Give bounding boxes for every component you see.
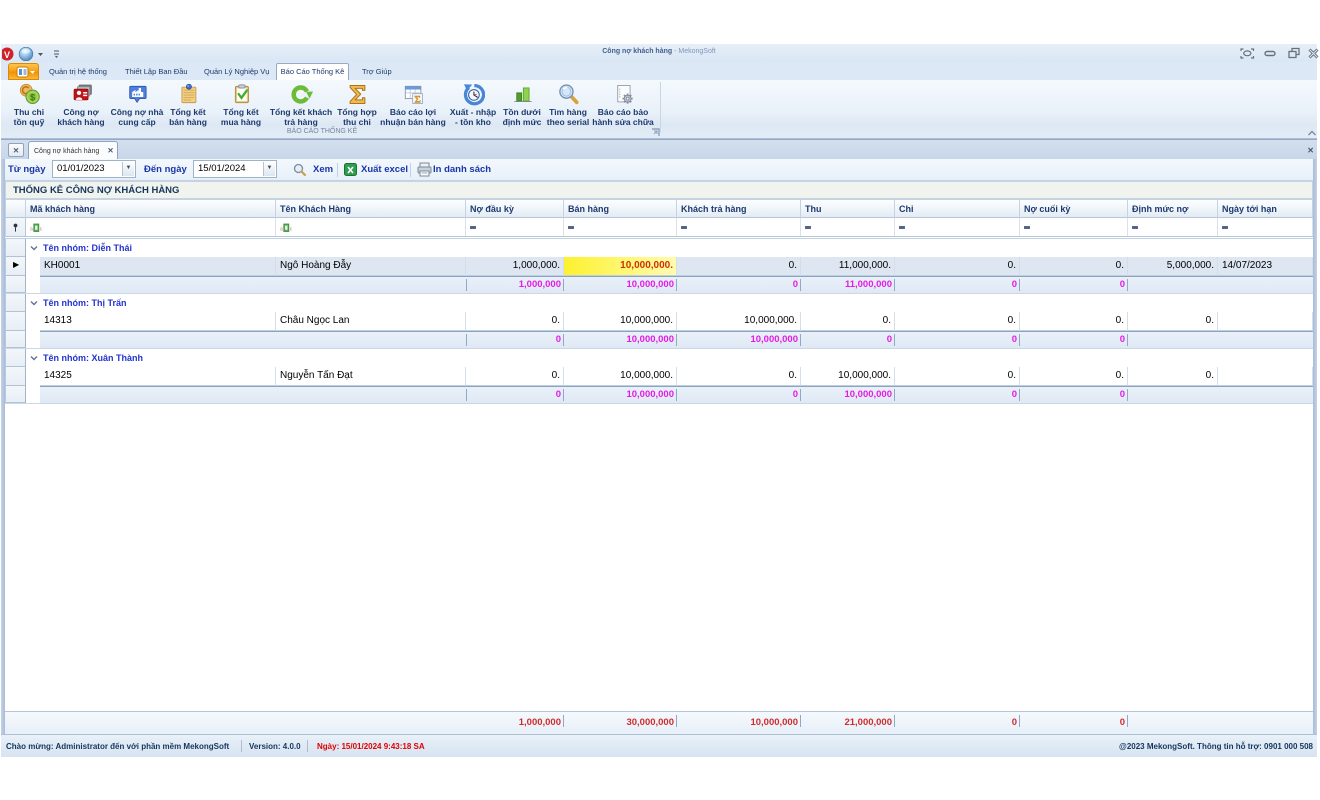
svg-text:Σ: Σ	[414, 94, 420, 105]
svg-text:a: a	[30, 227, 33, 233]
svg-text:c: c	[40, 227, 43, 233]
svg-text:c: c	[290, 227, 293, 233]
svg-text:a: a	[280, 227, 283, 233]
svg-text:$: $	[30, 92, 35, 102]
